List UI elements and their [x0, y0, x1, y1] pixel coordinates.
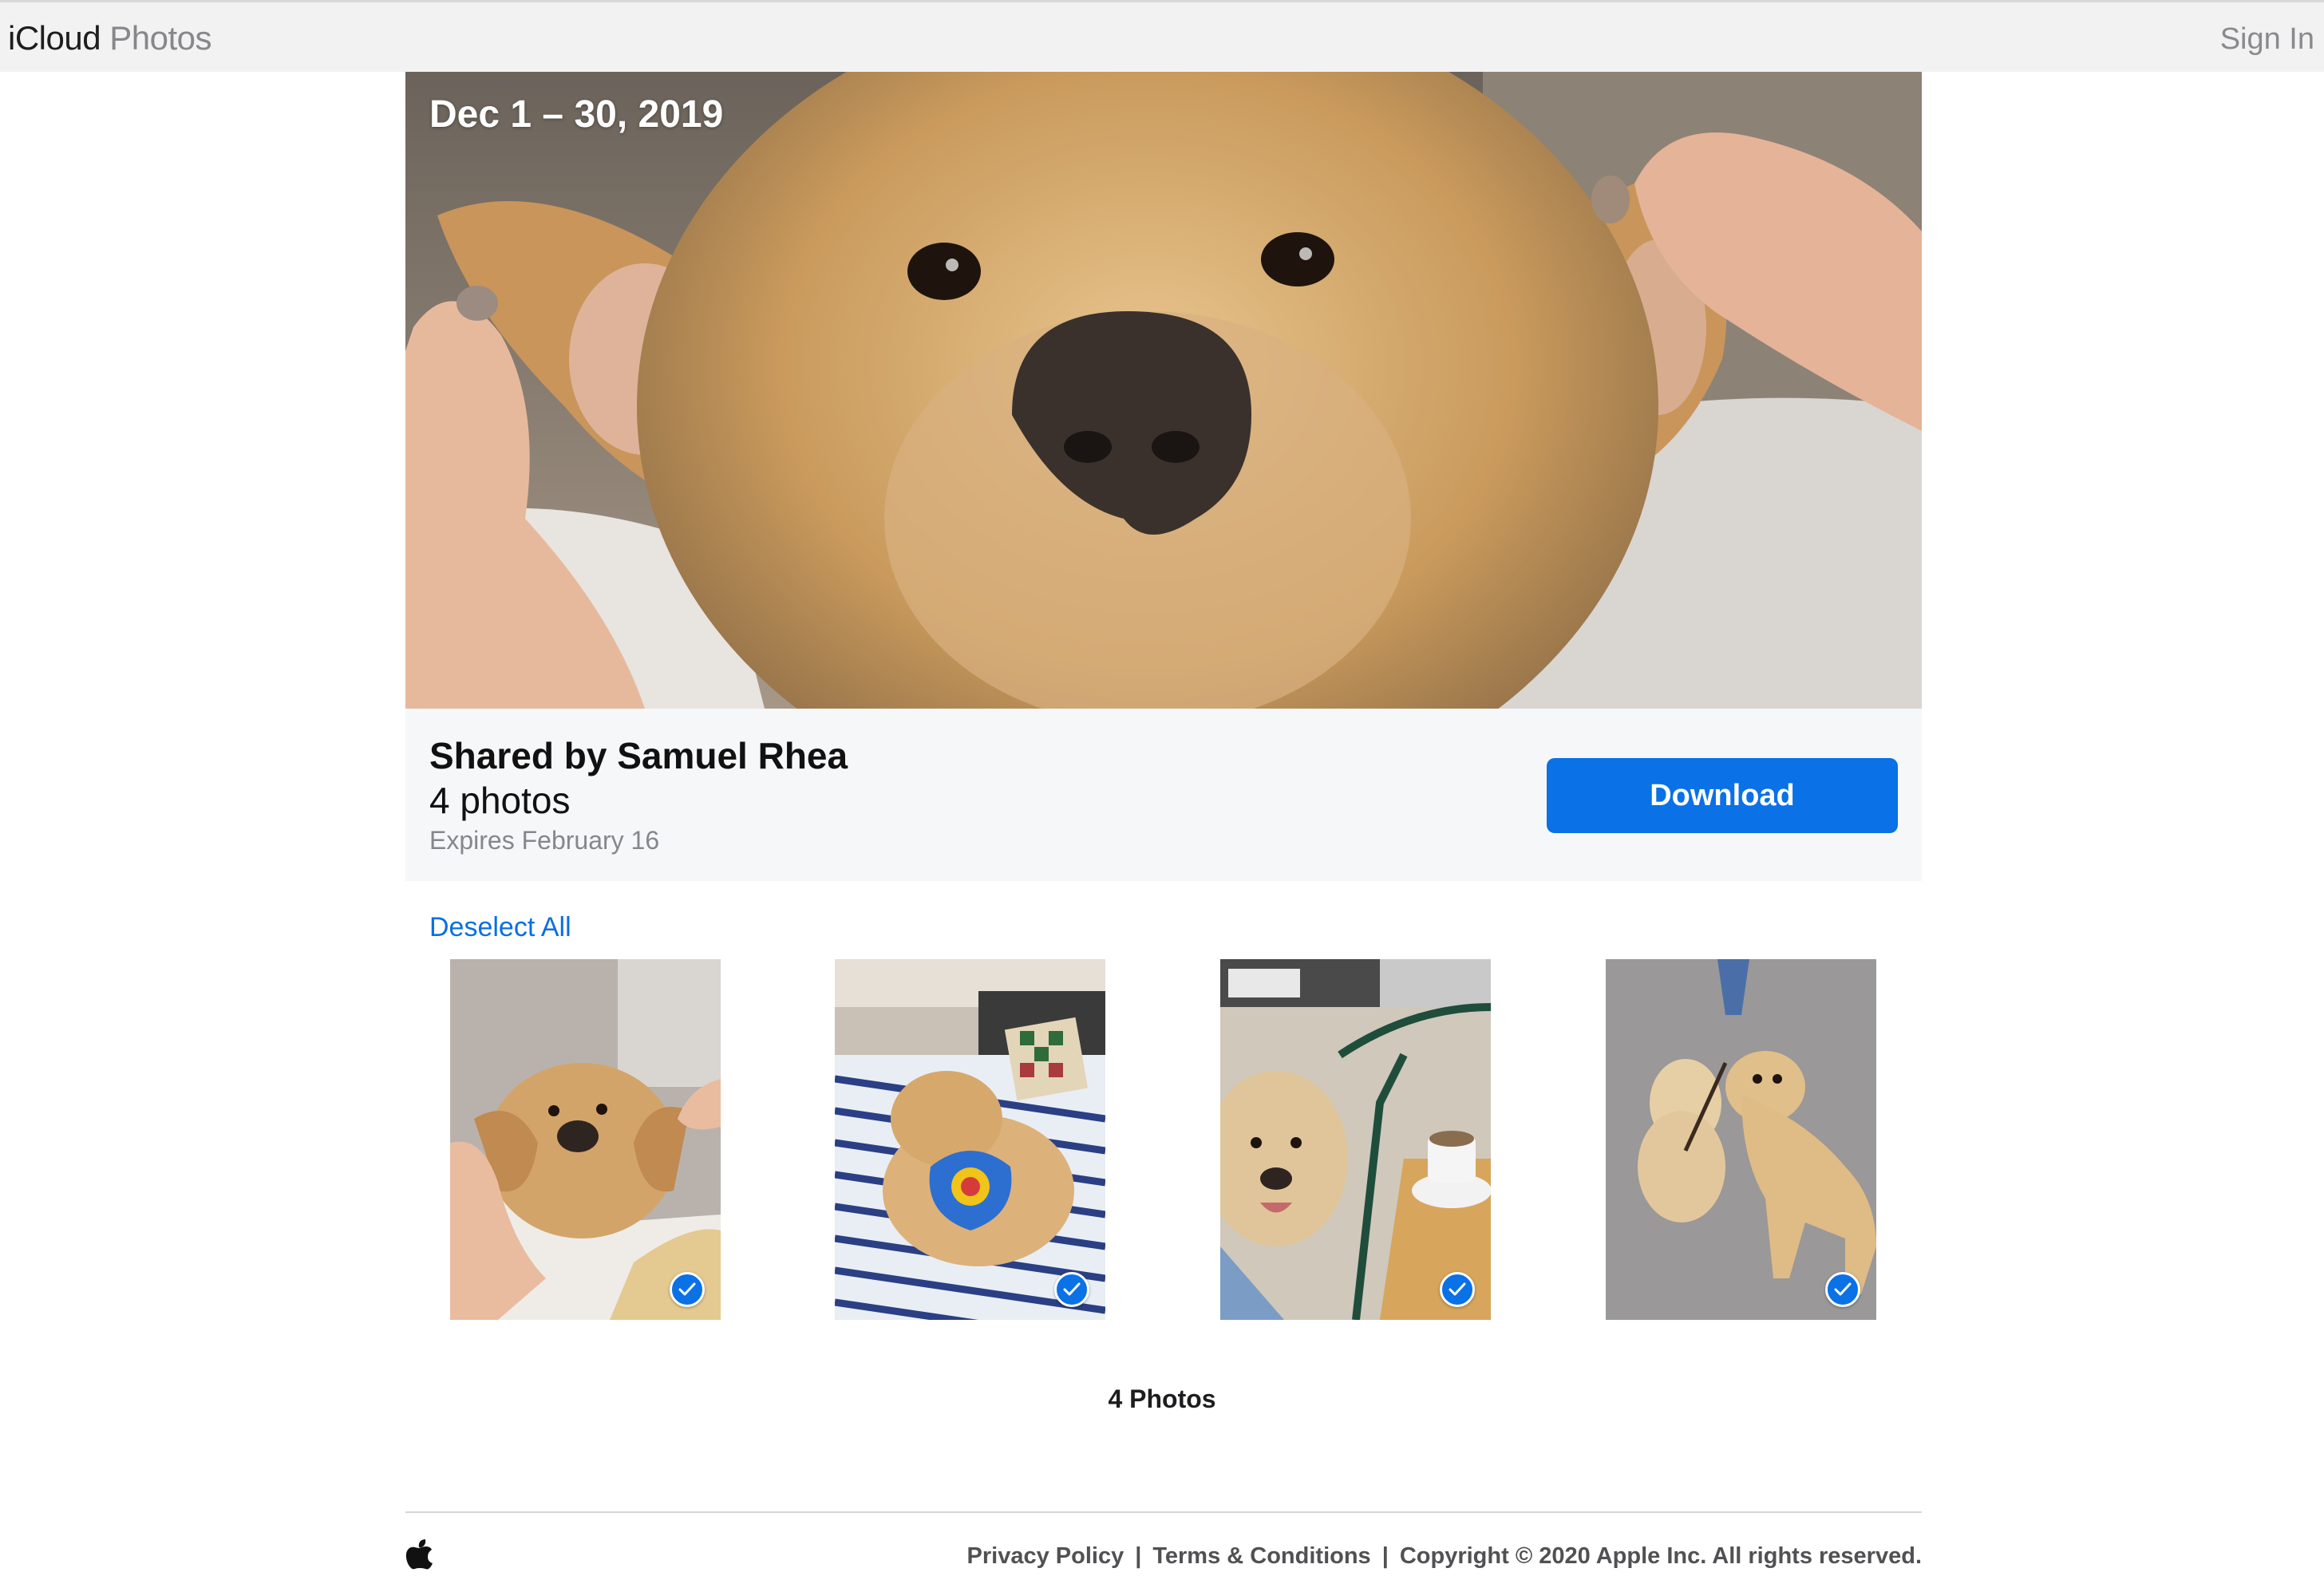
- thumbnail-image: [450, 959, 721, 1320]
- photo-thumbnail[interactable]: [1606, 959, 1876, 1320]
- app-brand: iCloud Photos: [8, 18, 212, 58]
- share-info-panel: Shared by Samuel Rhea 4 photos Expires F…: [405, 709, 1922, 881]
- checkmark-icon: [1449, 1282, 1466, 1296]
- selected-checkmark[interactable]: [1054, 1272, 1089, 1307]
- checkmark-icon: [1063, 1282, 1081, 1296]
- footer-divider: [405, 1511, 1922, 1513]
- photos-count-summary: 4 Photos: [1108, 1384, 1216, 1413]
- photo-count-label: 4 photos: [429, 780, 571, 821]
- thumbnail-image: [1606, 959, 1876, 1320]
- selected-checkmark[interactable]: [1440, 1272, 1475, 1307]
- checkmark-icon: [678, 1282, 696, 1296]
- hero-photo[interactable]: Dec 1 – 30, 2019: [405, 72, 1922, 709]
- copyright-text: Copyright © 2020 Apple Inc. All rights r…: [1399, 1543, 1922, 1569]
- footer-separator: |: [1381, 1543, 1389, 1569]
- footer-separator: |: [1135, 1543, 1142, 1569]
- top-bar: iCloud Photos Sign In: [0, 0, 2324, 72]
- photo-thumbnail[interactable]: [835, 959, 1105, 1320]
- download-button[interactable]: Download: [1547, 758, 1898, 833]
- deselect-all-link[interactable]: Deselect All: [429, 910, 571, 945]
- hero-dog-image: [405, 72, 1922, 709]
- brand-photos: Photos: [109, 19, 212, 57]
- photo-thumbnail[interactable]: [1220, 959, 1491, 1320]
- thumbnail-image: [835, 959, 1105, 1320]
- thumbnail-image: [1220, 959, 1491, 1320]
- sign-in-link[interactable]: Sign In: [2220, 20, 2314, 58]
- privacy-policy-link[interactable]: Privacy Policy: [967, 1543, 1124, 1569]
- checkmark-icon: [1834, 1282, 1852, 1296]
- photo-thumbnail[interactable]: [450, 959, 721, 1320]
- selected-checkmark[interactable]: [1825, 1272, 1860, 1307]
- brand-icloud: iCloud: [8, 19, 101, 57]
- shared-by-label: Shared by Samuel Rhea: [429, 735, 848, 776]
- apple-logo-icon: [405, 1536, 434, 1570]
- selected-checkmark[interactable]: [670, 1272, 705, 1307]
- footer-links: Privacy Policy | Terms & Conditions | Copyri…: [967, 1540, 1922, 1572]
- terms-conditions-link[interactable]: Terms & Conditions: [1152, 1543, 1370, 1569]
- hero-date-range: Dec 1 – 30, 2019: [429, 93, 724, 136]
- expires-label: Expires February 16: [429, 826, 660, 855]
